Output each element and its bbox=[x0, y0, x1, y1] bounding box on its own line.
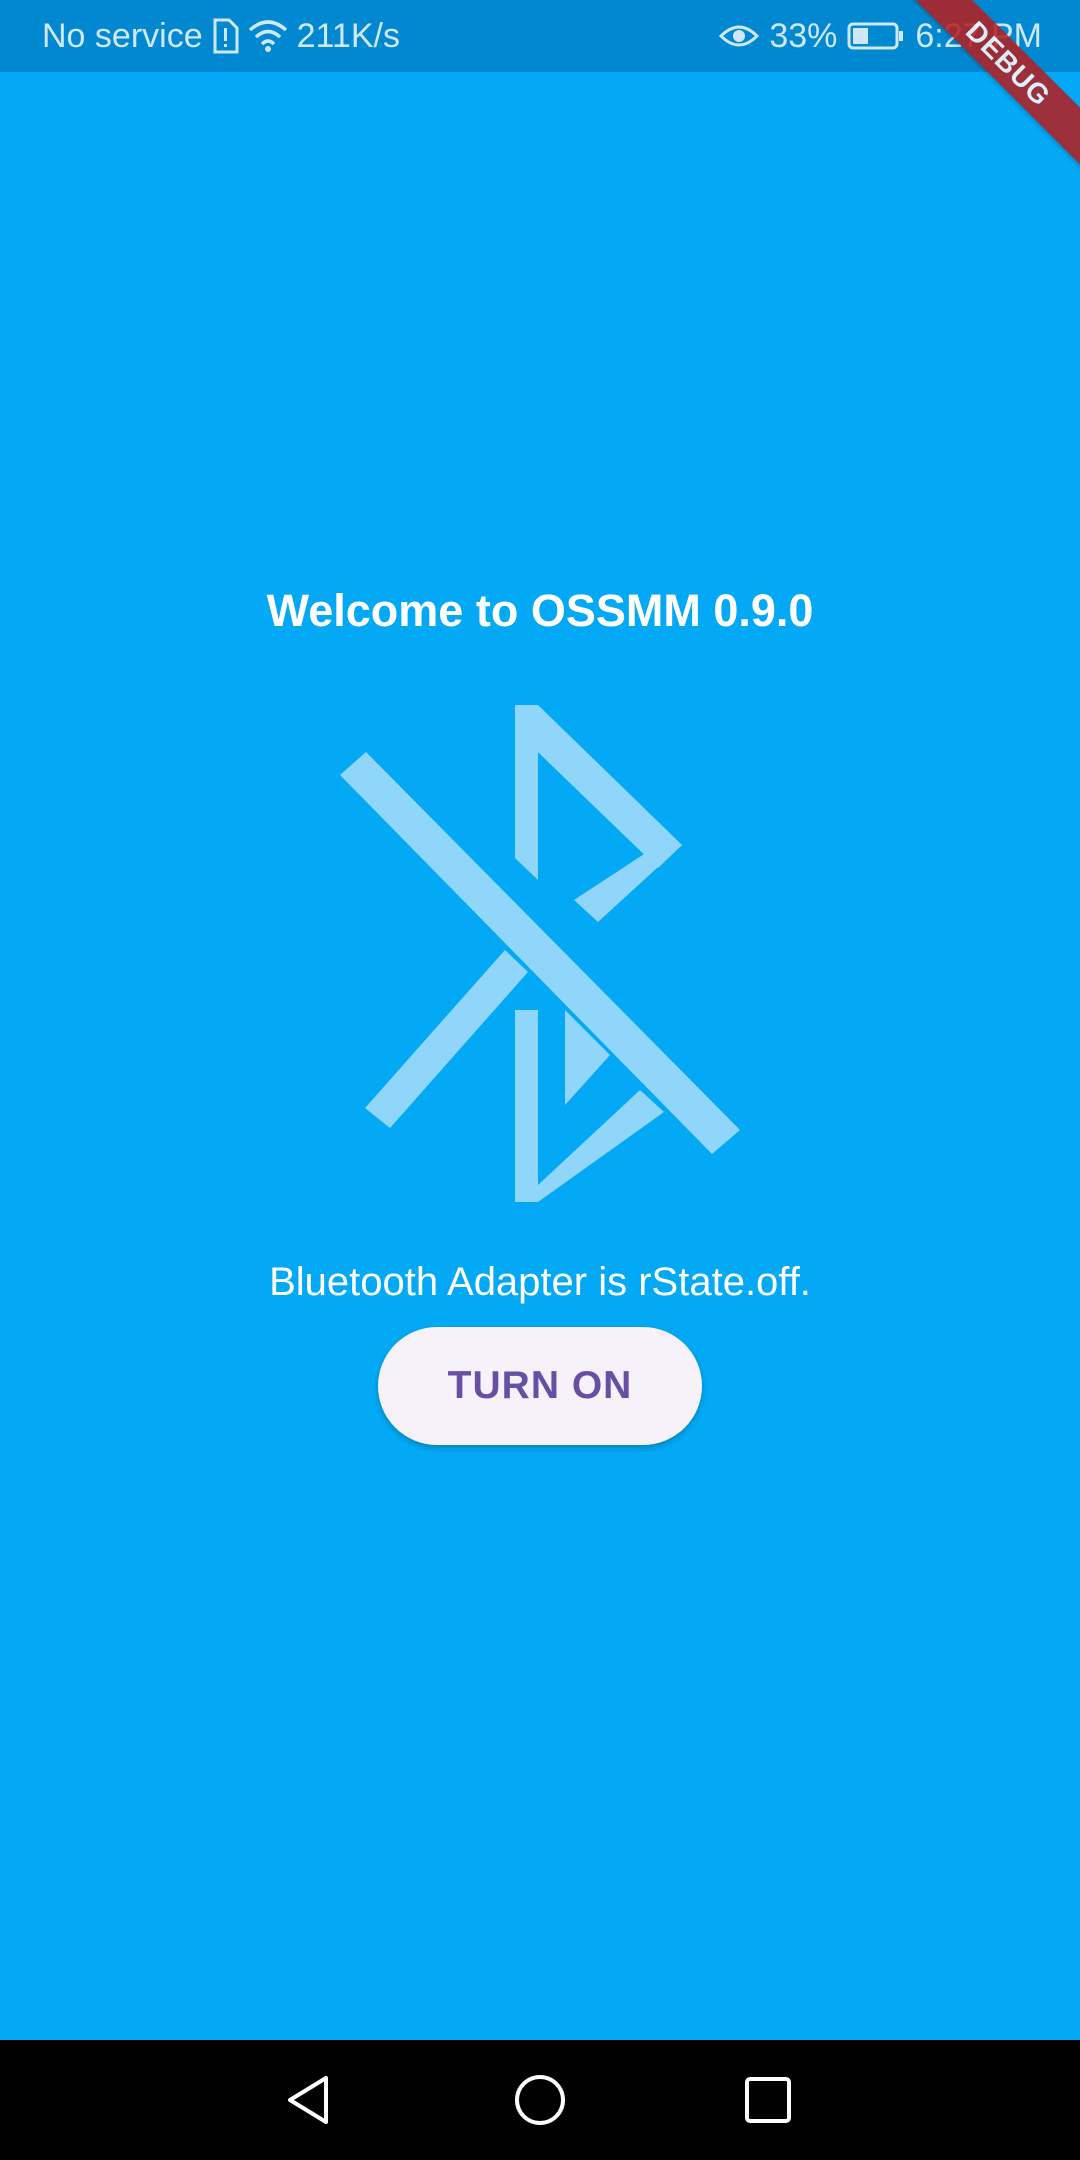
carrier-label: No service bbox=[42, 16, 203, 55]
battery-percent: 33% bbox=[769, 16, 838, 55]
recents-icon[interactable] bbox=[738, 2070, 798, 2130]
adapter-status-text: Bluetooth Adapter is rState.off. bbox=[269, 1260, 811, 1304]
status-bar-left: No service 211K/s bbox=[42, 0, 400, 72]
eye-icon bbox=[719, 21, 760, 51]
status-bar: No service 211K/s 33% bbox=[0, 0, 1080, 72]
network-speed: 211K/s bbox=[296, 16, 400, 55]
navigation-bar bbox=[0, 2040, 1080, 2160]
battery-icon bbox=[847, 21, 905, 51]
welcome-title: Welcome to OSSMM 0.9.0 bbox=[266, 585, 814, 636]
bluetooth-disabled-icon bbox=[340, 705, 740, 1202]
wifi-icon bbox=[247, 18, 289, 54]
home-icon[interactable] bbox=[510, 2070, 570, 2130]
sim-alert-icon bbox=[211, 18, 239, 54]
back-icon[interactable] bbox=[280, 2070, 340, 2130]
turn-on-button[interactable]: TURN ON bbox=[378, 1327, 702, 1445]
